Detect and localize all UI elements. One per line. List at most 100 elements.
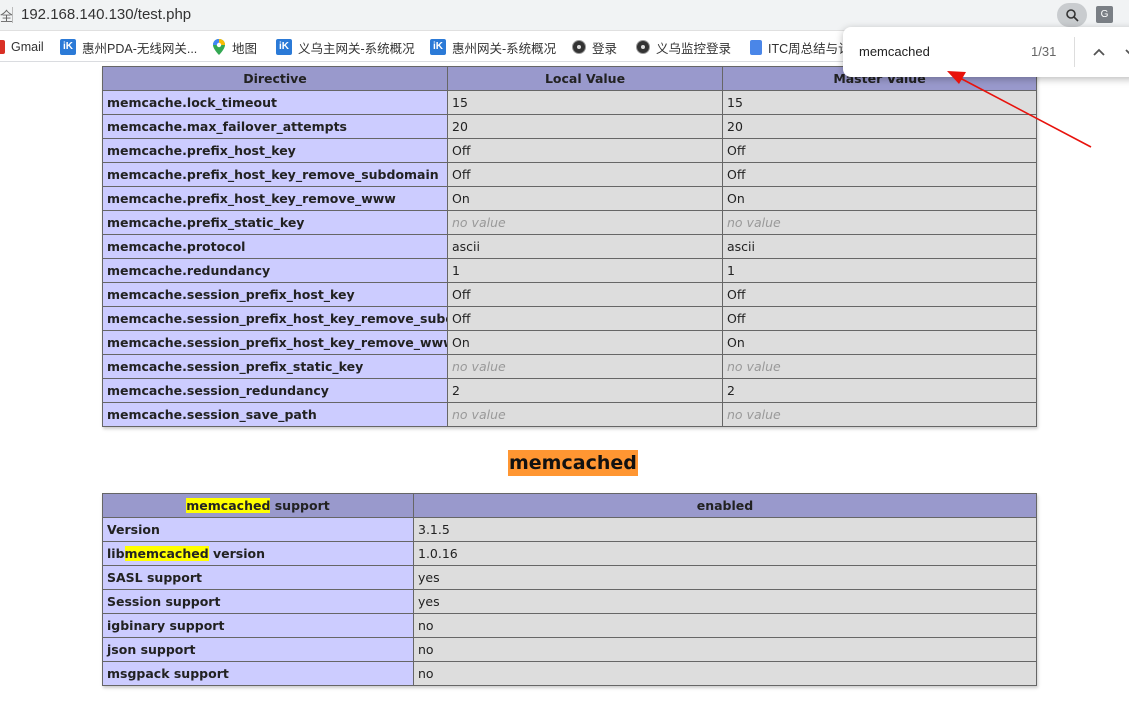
master-value-cell: Off: [722, 306, 1037, 331]
bookmark-label: Gmail: [11, 40, 44, 54]
label-cell: Session support: [102, 589, 414, 614]
bookmark-map[interactable]: 地图: [212, 38, 257, 56]
value-cell: no: [413, 661, 1037, 686]
bookmark-huizhou-pda[interactable]: iK 惠州PDA-无线网关...: [60, 38, 197, 56]
table-row: memcache.session_redundancy 2 2: [102, 378, 1037, 403]
map-pin-icon: [213, 39, 225, 55]
ik-icon: iK: [430, 39, 446, 55]
memcached-info-table: memcached support enabled Version 3.1.5 li…: [102, 493, 1037, 686]
bookmark-label: 义乌监控登录: [656, 41, 732, 56]
local-value-cell: Off: [447, 138, 723, 163]
table-row: Session support yes: [102, 589, 1037, 614]
chevron-up-icon[interactable]: [1091, 44, 1107, 60]
label-prefix: lib: [107, 546, 125, 561]
directive-cell: memcache.session_prefix_host_key_remove_…: [102, 330, 448, 355]
table-row: igbinary support no: [102, 613, 1037, 638]
master-value-cell: no value: [722, 354, 1037, 379]
directive-cell: memcache.max_failover_attempts: [102, 114, 448, 139]
find-highlight: memcached: [124, 546, 209, 561]
table-row: memcache.lock_timeout 15 15: [102, 90, 1037, 115]
master-value-cell: no value: [722, 402, 1037, 427]
column-header-enabled: enabled: [413, 493, 1037, 518]
table-row: memcache.session_save_path no value no val…: [102, 402, 1037, 427]
url-text[interactable]: 192.168.140.130/test.php: [21, 6, 191, 23]
ik-icon: iK: [60, 39, 76, 55]
label-cell: msgpack support: [102, 661, 414, 686]
directive-cell: memcache.lock_timeout: [102, 90, 448, 115]
table-row: memcache.prefix_host_key_remove_www On On: [102, 186, 1037, 211]
section-heading-memcached: memcached: [508, 450, 638, 476]
master-value-cell: 2: [722, 378, 1037, 403]
bookmark-label: ITC周总结与计: [768, 41, 851, 56]
local-value-cell: no value: [447, 402, 723, 427]
label-cell: Version: [102, 517, 414, 542]
find-zoom-icon[interactable]: [1057, 3, 1087, 27]
value-cell: no: [413, 637, 1037, 662]
label-cell: igbinary support: [102, 613, 414, 638]
master-value-cell: 1: [722, 258, 1037, 283]
column-header-local-value: Local Value: [447, 66, 723, 91]
table-row: SASL support yes: [102, 565, 1037, 590]
column-header-memcached-support: memcached support: [102, 493, 414, 518]
bookmark-huizhou-gateway[interactable]: iK 惠州网关-系统概况: [430, 38, 556, 56]
bookmark-itc-summary[interactable]: ITC周总结与计: [750, 38, 851, 56]
table-row: libmemcached version 1.0.16: [102, 541, 1037, 566]
local-value-cell: Off: [447, 306, 723, 331]
table-row: memcache.session_prefix_static_key no val…: [102, 354, 1037, 379]
table-row: memcache.session_prefix_host_key_remove_…: [102, 306, 1037, 331]
value-cell: yes: [413, 565, 1037, 590]
label-cell: json support: [102, 637, 414, 662]
value-cell: 3.1.5: [413, 517, 1037, 542]
translate-icon[interactable]: G: [1096, 6, 1113, 23]
table-row: memcache.max_failover_attempts 20 20: [102, 114, 1037, 139]
gmail-icon: [0, 40, 5, 54]
local-value-cell: Off: [447, 282, 723, 307]
directive-cell: memcache.redundancy: [102, 258, 448, 283]
bookmark-login[interactable]: 登录: [572, 38, 617, 56]
label-suffix: version: [208, 546, 265, 561]
find-input[interactable]: memcached: [859, 44, 930, 59]
directive-cell: memcache.protocol: [102, 234, 448, 259]
master-value-cell: On: [722, 330, 1037, 355]
table-header-row: memcached support enabled: [102, 493, 1037, 518]
table-row: memcache.session_prefix_host_key_remove_…: [102, 330, 1037, 355]
bookmark-yiwu-monitor[interactable]: 义乌监控登录: [636, 38, 731, 56]
directive-cell: memcache.session_save_path: [102, 402, 448, 427]
master-value-cell: 20: [722, 114, 1037, 139]
bookmark-label: 惠州网关-系统概况: [452, 41, 557, 56]
master-value-cell: ascii: [722, 234, 1037, 259]
directive-cell: memcache.session_redundancy: [102, 378, 448, 403]
table-row: Version 3.1.5: [102, 517, 1037, 542]
directive-cell: memcache.session_prefix_static_key: [102, 354, 448, 379]
bookmark-label: 义乌主网关-系统概况: [298, 41, 415, 56]
table-row: memcache.redundancy 1 1: [102, 258, 1037, 283]
local-value-cell: 15: [447, 90, 723, 115]
address-divider: [12, 7, 13, 23]
ik-icon: iK: [276, 39, 292, 55]
doc-icon: [750, 39, 762, 55]
directive-cell: memcache.session_prefix_host_key_remove_…: [102, 306, 448, 331]
bookmark-label: 惠州PDA-无线网关...: [82, 41, 198, 56]
bookmark-gmail[interactable]: Gmail: [0, 38, 44, 56]
local-value-cell: On: [447, 186, 723, 211]
value-cell: no: [413, 613, 1037, 638]
chevron-down-icon[interactable]: [1123, 44, 1129, 60]
camera-icon: [636, 40, 650, 54]
label-cell: SASL support: [102, 565, 414, 590]
local-value-cell: no value: [447, 354, 723, 379]
table-row: memcache.prefix_host_key Off Off: [102, 138, 1037, 163]
table-row: memcache.session_prefix_host_key Off Off: [102, 282, 1037, 307]
value-cell: yes: [413, 589, 1037, 614]
find-match-count: 1/31: [1031, 44, 1057, 59]
directive-cell: memcache.prefix_host_key_remove_www: [102, 186, 448, 211]
local-value-cell: no value: [447, 210, 723, 235]
find-bar: memcached 1/31: [843, 27, 1129, 77]
table-row: memcache.protocol ascii ascii: [102, 234, 1037, 259]
local-value-cell: 1: [447, 258, 723, 283]
local-value-cell: ascii: [447, 234, 723, 259]
find-highlight: memcached: [186, 498, 271, 513]
table-row: memcache.prefix_host_key_remove_subdomai…: [102, 162, 1037, 187]
value-cell: 1.0.16: [413, 541, 1037, 566]
local-value-cell: 2: [447, 378, 723, 403]
bookmark-yiwu-gateway[interactable]: iK 义乌主网关-系统概况: [276, 38, 415, 56]
